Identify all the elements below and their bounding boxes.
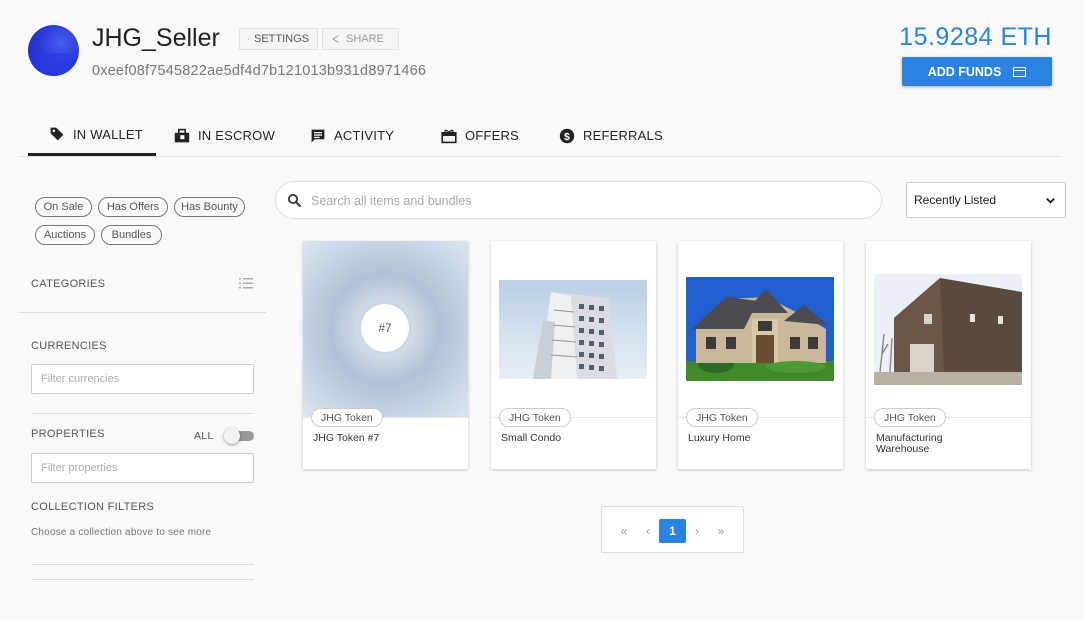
prev-page-button[interactable]: ‹ <box>640 519 656 543</box>
tab-label: ACTIVITY <box>334 128 395 143</box>
tab-offers[interactable]: OFFERS <box>441 115 519 156</box>
properties-all-label: ALL <box>194 430 214 442</box>
username: JHG_Seller <box>92 24 220 52</box>
briefcase-icon <box>174 128 190 142</box>
add-funds-button[interactable]: ADD FUNDS <box>902 57 1052 86</box>
chat-icon <box>311 129 325 142</box>
item-name: Manufacturing Warehouse <box>876 432 943 455</box>
properties-all-toggle[interactable] <box>224 428 254 444</box>
tab-label: IN ESCROW <box>198 128 275 143</box>
avatar <box>28 25 79 76</box>
chip-has-offers[interactable]: Has Offers <box>98 197 168 217</box>
sort-selected-value: Recently Listed <box>914 193 997 207</box>
tab-in-escrow[interactable]: IN ESCROW <box>174 115 275 156</box>
tab-label: IN WALLET <box>73 126 143 142</box>
gift-icon <box>441 129 457 143</box>
chip-auctions[interactable]: Auctions <box>35 225 95 245</box>
filter-properties-input[interactable] <box>31 453 254 483</box>
gear-icon <box>248 38 249 40</box>
token-badge: #7 <box>361 304 409 352</box>
dollar-icon: $ <box>559 128 575 143</box>
settings-button[interactable]: SETTINGS <box>239 28 318 50</box>
tab-label: OFFERS <box>465 128 519 143</box>
properties-label: PROPERTIES <box>31 428 105 440</box>
eth-balance: 15.9284 ETH <box>899 23 1052 51</box>
item-card[interactable]: JHG Token Luxury Home <box>678 241 843 469</box>
pagination: « ‹ 1 › » <box>601 506 744 553</box>
item-name: Luxury Home <box>688 432 751 444</box>
item-name: Small Condo <box>501 432 562 444</box>
profile-tabs: IN WALLET IN ESCROW ACTIVITY OFFERS $ RE… <box>19 115 1061 157</box>
collection-filters-hint: Choose a collection above to see more <box>31 527 212 538</box>
settings-label: SETTINGS <box>253 33 309 45</box>
collection-pill[interactable]: JHG Token <box>874 408 946 427</box>
divider <box>31 413 254 414</box>
tag-icon <box>50 127 64 141</box>
share-icon <box>332 35 339 43</box>
item-image: #7 <box>303 241 468 417</box>
filter-currencies-input[interactable] <box>31 364 254 394</box>
item-card[interactable]: JHG Token Small Condo <box>491 241 656 469</box>
collection-pill[interactable]: JHG Token <box>311 408 383 427</box>
tab-label: REFERRALS <box>583 128 663 143</box>
share-label: SHARE <box>346 33 384 45</box>
collection-pill[interactable]: JHG Token <box>499 408 571 427</box>
search-bar <box>275 181 882 219</box>
item-card[interactable]: #7 JHG Token JHG Token #7 <box>303 241 468 469</box>
list-icon[interactable] <box>239 278 253 289</box>
tab-in-wallet[interactable]: IN WALLET <box>28 115 156 156</box>
item-image <box>491 241 656 417</box>
divider <box>19 312 266 313</box>
categories-label: CATEGORIES <box>31 278 106 290</box>
chip-bundles[interactable]: Bundles <box>101 225 162 245</box>
divider <box>31 579 254 580</box>
collection-filters-label: COLLECTION FILTERS <box>31 501 155 513</box>
tab-activity[interactable]: ACTIVITY <box>310 115 394 156</box>
chip-on-sale[interactable]: On Sale <box>35 197 92 217</box>
add-funds-label: ADD FUNDS <box>927 64 1002 79</box>
item-image <box>678 241 843 417</box>
search-icon <box>287 193 302 208</box>
item-card[interactable]: JHG Token Manufacturing Warehouse <box>866 241 1031 469</box>
svg-text:$: $ <box>564 132 570 143</box>
item-image <box>866 241 1031 417</box>
chip-has-bounty[interactable]: Has Bounty <box>174 197 245 217</box>
last-page-button[interactable]: » <box>713 519 729 543</box>
wallet-address[interactable]: 0xeef08f7545822ae5df4d7b121013b931d89714… <box>92 63 426 79</box>
tab-referrals[interactable]: $ REFERRALS <box>559 115 663 156</box>
item-name: JHG Token #7 <box>313 432 380 444</box>
credit-card-icon <box>1013 66 1027 77</box>
first-page-button[interactable]: « <box>616 519 632 543</box>
search-input[interactable] <box>311 191 851 211</box>
chevron-down-icon <box>1046 198 1055 204</box>
share-button[interactable]: SHARE <box>322 28 399 50</box>
sort-select[interactable]: Recently Listed <box>906 182 1066 218</box>
currencies-label: CURRENCIES <box>31 340 107 352</box>
page-1-button[interactable]: 1 <box>659 519 686 543</box>
collection-pill[interactable]: JHG Token <box>686 408 758 427</box>
divider <box>31 564 254 565</box>
toggle-knob <box>224 428 240 444</box>
next-page-button[interactable]: › <box>689 519 705 543</box>
